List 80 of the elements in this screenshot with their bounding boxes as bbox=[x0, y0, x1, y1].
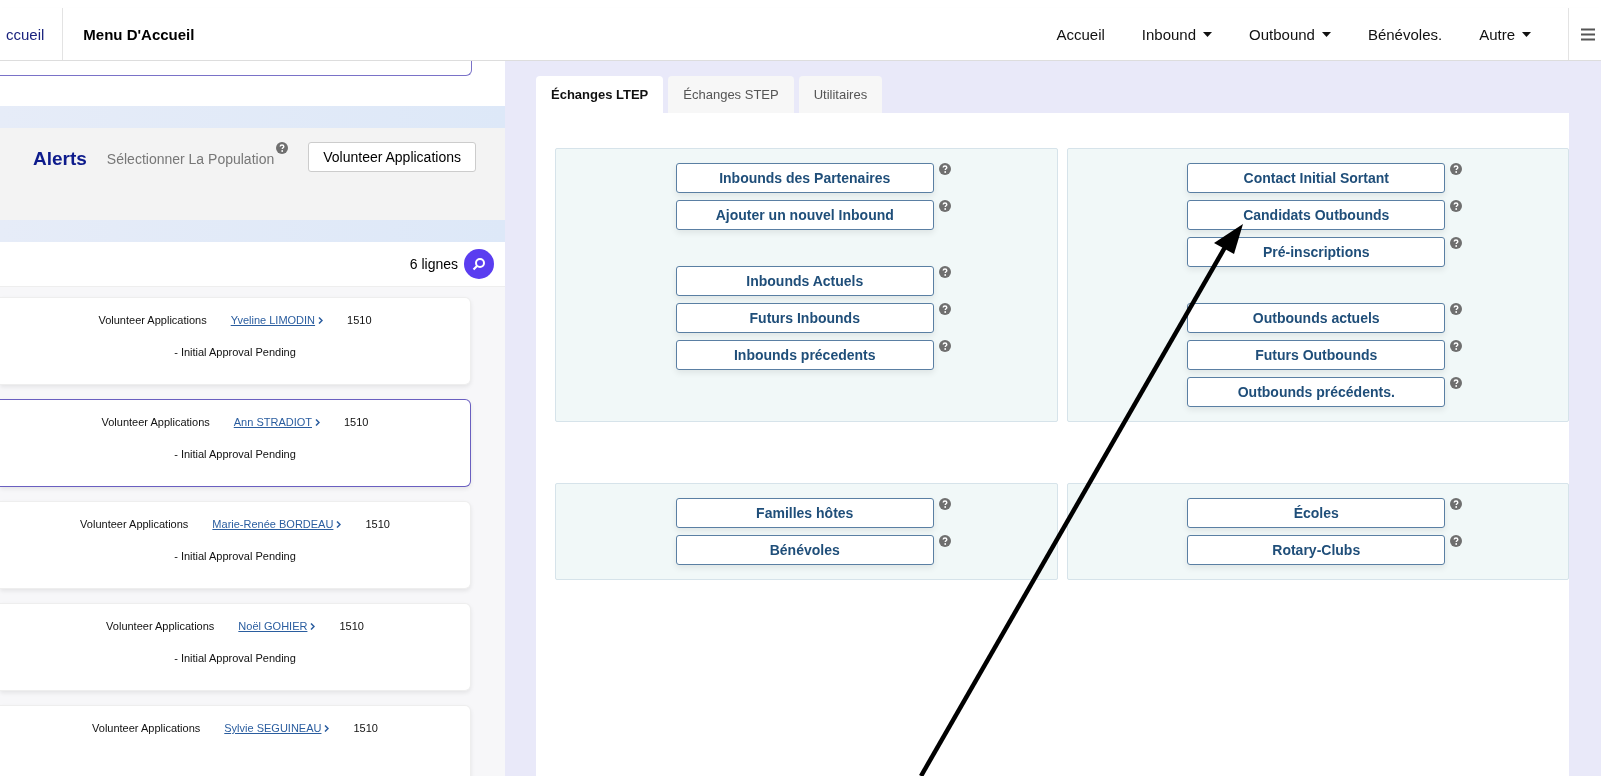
chevron-icon bbox=[318, 317, 324, 324]
help-icon[interactable] bbox=[1450, 163, 1463, 175]
chevron-icon bbox=[324, 725, 330, 732]
menu-button[interactable]: Inbounds précedents bbox=[675, 340, 934, 370]
tab[interactable]: Échanges LTEP bbox=[536, 76, 664, 113]
help-icon[interactable] bbox=[1450, 237, 1463, 249]
menu-button[interactable]: Pré-inscriptions bbox=[1187, 237, 1446, 267]
status-text: - Initial Approval Pending bbox=[174, 550, 296, 562]
help-icon[interactable] bbox=[938, 303, 951, 315]
population-select[interactable]: Volunteer Applications bbox=[308, 142, 476, 172]
menu-button[interactable]: Écoles bbox=[1187, 498, 1446, 528]
district-number: 1510 bbox=[353, 722, 378, 734]
person-link[interactable]: Marie-Renée BORDEAU bbox=[212, 518, 342, 530]
help-icon[interactable] bbox=[938, 498, 951, 510]
application-type: Volunteer Applications bbox=[92, 722, 201, 734]
alert-card[interactable]: Volunteer Applications Sylvie SEGUINEAU 1510 bbox=[0, 705, 471, 776]
district-number: 1510 bbox=[365, 518, 390, 530]
alert-card[interactable]: Volunteer Applications Yveline LIMODIN 1510 - Initial Approval Pending bbox=[0, 297, 471, 385]
menu-button[interactable]: Ajouter un nouvel Inbound bbox=[675, 200, 934, 230]
alert-card[interactable]: Volunteer Applications Ann STRADIOT 1510 - Initial Approval Pending bbox=[0, 399, 471, 487]
district-number: 1510 bbox=[344, 416, 369, 428]
status-text: - Initial Approval Pending bbox=[174, 448, 296, 460]
person-link[interactable]: Noël GOHIER bbox=[238, 620, 316, 632]
nav-link[interactable]: Bénévoles. bbox=[1367, 25, 1443, 43]
alert-card[interactable]: Volunteer Applications Noël GOHIER 1510 - Initial Approval Pending bbox=[0, 603, 471, 691]
help-icon[interactable] bbox=[1450, 200, 1463, 212]
menu-button[interactable]: Candidats Outbounds bbox=[1187, 200, 1446, 230]
tab[interactable]: Échanges STEP bbox=[668, 76, 794, 113]
nav-link[interactable]: Inbound bbox=[1141, 25, 1213, 43]
district-number: 1510 bbox=[347, 314, 372, 326]
caret-icon bbox=[1321, 31, 1331, 37]
page-title: Menu D'Accueil bbox=[82, 25, 196, 43]
help-icon[interactable] bbox=[938, 163, 951, 175]
status-text: - Initial Approval Pending bbox=[174, 346, 296, 358]
help-icon[interactable] bbox=[1450, 303, 1463, 315]
menu-icon[interactable] bbox=[1581, 27, 1595, 41]
caret-icon bbox=[1203, 31, 1213, 37]
help-icon[interactable] bbox=[938, 535, 951, 547]
help-icon[interactable] bbox=[938, 200, 951, 212]
help-icon[interactable] bbox=[276, 142, 289, 154]
search-icon bbox=[472, 257, 486, 271]
help-icon[interactable] bbox=[1450, 377, 1463, 389]
help-icon[interactable] bbox=[1450, 340, 1463, 352]
application-type: Volunteer Applications bbox=[98, 314, 207, 326]
menu-button[interactable]: Futurs Inbounds bbox=[675, 303, 934, 333]
chevron-icon bbox=[315, 419, 320, 426]
chevron-icon bbox=[336, 521, 342, 528]
menu-button[interactable]: Futurs Outbounds bbox=[1187, 340, 1446, 370]
menu-button[interactable]: Contact Initial Sortant bbox=[1187, 163, 1446, 193]
help-icon[interactable] bbox=[1450, 535, 1463, 547]
caret-icon bbox=[1522, 31, 1531, 37]
district-number: 1510 bbox=[339, 620, 364, 632]
nav-link[interactable]: Outbound bbox=[1249, 25, 1331, 43]
menu-button[interactable]: Inbounds des Partenaires bbox=[675, 163, 934, 193]
population-label: Sélectionner La Population bbox=[106, 151, 275, 167]
brand-link[interactable]: ccueil bbox=[0, 8, 64, 60]
menu-button[interactable]: Familles hôtes bbox=[675, 498, 934, 528]
menu-button[interactable]: Bénévoles bbox=[675, 535, 934, 565]
help-icon[interactable] bbox=[938, 266, 951, 278]
help-icon[interactable] bbox=[1450, 498, 1463, 510]
search-button[interactable] bbox=[464, 249, 494, 279]
application-type: Volunteer Applications bbox=[101, 416, 210, 428]
person-link[interactable]: Ann STRADIOT bbox=[233, 416, 320, 428]
application-type: Volunteer Applications bbox=[106, 620, 215, 632]
alert-card[interactable]: Volunteer Applications Marie-Renée BORDEAU 1510 - Initial Approval Pending bbox=[0, 501, 471, 589]
row-count: 6 lignes bbox=[409, 256, 458, 272]
tab[interactable]: Utilitaires bbox=[798, 76, 883, 113]
menu-button[interactable]: Outbounds précédents. bbox=[1187, 377, 1446, 407]
nav-link[interactable]: Autre bbox=[1479, 25, 1531, 43]
chevron-icon bbox=[310, 623, 316, 630]
menu-button[interactable]: Inbounds Actuels bbox=[675, 266, 934, 296]
nav-link[interactable]: Accueil bbox=[1056, 25, 1105, 43]
person-link[interactable]: Sylvie SEGUINEAU bbox=[224, 722, 330, 734]
status-text: - Initial Approval Pending bbox=[174, 652, 296, 664]
menu-button[interactable]: Outbounds actuels bbox=[1187, 303, 1446, 333]
menu-button[interactable]: Rotary-Clubs bbox=[1187, 535, 1446, 565]
help-icon[interactable] bbox=[938, 340, 951, 352]
person-link[interactable]: Yveline LIMODIN bbox=[230, 314, 324, 326]
alerts-title: Alerts bbox=[33, 148, 87, 170]
application-type: Volunteer Applications bbox=[80, 518, 189, 530]
